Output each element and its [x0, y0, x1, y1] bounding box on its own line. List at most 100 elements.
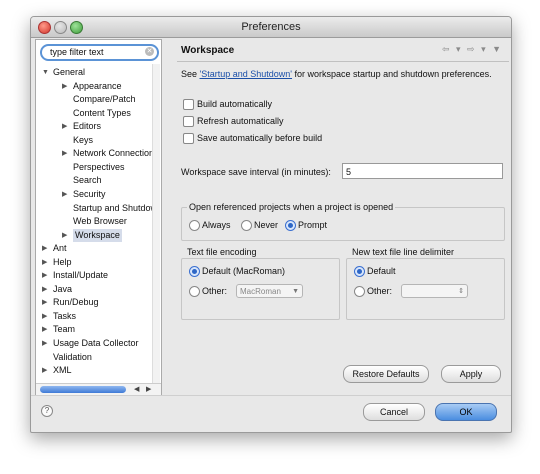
checkbox-box[interactable]: [183, 116, 194, 127]
ok-button[interactable]: OK: [435, 403, 497, 421]
disclosure-closed-icon[interactable]: ▶: [62, 80, 70, 93]
window-title: Preferences: [241, 21, 301, 33]
checkbox-label: Save automatically before build: [197, 133, 323, 143]
startup-shutdown-link[interactable]: 'Startup and Shutdown': [200, 69, 293, 79]
delimiter-select[interactable]: ⇕: [401, 284, 468, 298]
tree-item[interactable]: Web Browser: [36, 215, 153, 228]
tree-item-label: Usage Data Collector: [53, 338, 139, 348]
tree-item[interactable]: ▶ Help: [36, 256, 153, 269]
tree-item[interactable]: ▶ Run/Debug: [36, 296, 153, 309]
tree-item-label: Install/Update: [53, 270, 109, 281]
disclosure-closed-icon[interactable]: ▶: [42, 283, 50, 296]
tree-item[interactable]: ▶ Team: [36, 323, 153, 336]
disclosure-closed-icon[interactable]: ▶: [62, 120, 70, 133]
tree-item[interactable]: Startup and Shutdown: [36, 202, 153, 215]
apply-button[interactable]: Apply: [441, 365, 501, 383]
disclosure-closed-icon[interactable]: ▶: [42, 323, 50, 336]
horizontal-scroll-thumb[interactable]: [40, 386, 126, 393]
restore-defaults-button[interactable]: Restore Defaults: [343, 365, 429, 383]
tree-item-label: Appearance: [73, 80, 122, 91]
desc-suffix: for workspace startup and shutdown prefe…: [292, 69, 492, 79]
tree-item[interactable]: ▶ Tasks: [36, 310, 153, 323]
tree-item-label: Network Connections: [73, 148, 153, 159]
scroll-left-arrow-icon[interactable]: ◀: [134, 385, 139, 393]
tree-item[interactable]: ▶ XML: [36, 364, 153, 377]
disclosure-closed-icon[interactable]: ▶: [42, 242, 50, 255]
cancel-button[interactable]: Cancel: [363, 403, 425, 421]
tree-horizontal-scrollbar[interactable]: ◀ ▶: [36, 383, 161, 395]
radio-label: Default: [367, 266, 396, 276]
disclosure-open-icon[interactable]: ▼: [42, 66, 50, 79]
tree-vertical-scrollbar[interactable]: [152, 64, 160, 383]
footer-divider: [31, 395, 511, 396]
chevron-down-icon: ▼: [292, 288, 299, 295]
tree-item-label: Ant: [53, 243, 67, 254]
radio-button[interactable]: [189, 266, 200, 277]
tree-item-label: Run/Debug: [53, 297, 99, 308]
radio-button[interactable]: [354, 266, 365, 277]
checkbox-box[interactable]: [183, 133, 194, 144]
radio-button[interactable]: [189, 286, 200, 297]
disclosure-closed-icon[interactable]: ▶: [42, 269, 50, 282]
tree-item[interactable]: ▶ Install/Update: [36, 269, 153, 282]
disclosure-closed-icon[interactable]: ▶: [42, 256, 50, 269]
tree-item-label: Java: [53, 283, 73, 294]
encoding-title: Text file encoding: [187, 247, 257, 257]
disclosure-closed-icon[interactable]: ▶: [62, 229, 70, 242]
tree-item-label: Tasks: [53, 310, 77, 321]
preference-tree-pane: type filter text ✕ ▼ General ▶ Appearance Co…: [35, 39, 162, 396]
encoding-select[interactable]: MacRoman ▼: [236, 284, 303, 298]
tree-item[interactable]: ▶ Security: [36, 188, 153, 201]
disclosure-closed-icon[interactable]: ▶: [62, 188, 70, 201]
radio-button[interactable]: [241, 220, 252, 231]
tree-item[interactable]: Search: [36, 174, 153, 187]
radio-button[interactable]: [285, 220, 296, 231]
tree-item[interactable]: Compare/Patch: [36, 93, 153, 106]
tree-item-label: XML: [53, 365, 72, 376]
tree-item[interactable]: ▶ Usage Data Collector: [36, 337, 153, 350]
disclosure-closed-icon[interactable]: ▶: [42, 296, 50, 309]
tree-item[interactable]: Keys: [36, 134, 153, 147]
radio-label: Other:: [367, 286, 393, 296]
preference-page: Workspace ⇦ ▾ ⇨ ▾ ▼ See 'Startup and Shu…: [177, 39, 509, 394]
disclosure-closed-icon[interactable]: ▶: [62, 147, 70, 160]
filter-input[interactable]: type filter text ✕: [40, 44, 159, 61]
radio-label: Always: [202, 220, 231, 230]
disclosure-closed-icon[interactable]: ▶: [42, 310, 50, 323]
preference-tree: ▼ General ▶ Appearance Compare/Patch Content …: [36, 66, 153, 382]
tree-item[interactable]: Validation: [36, 351, 153, 364]
scroll-right-arrow-icon[interactable]: ▶: [146, 385, 151, 393]
clear-filter-icon[interactable]: ✕: [145, 47, 154, 56]
tree-item-label: General: [53, 67, 86, 77]
tree-item[interactable]: ▶ Ant: [36, 242, 153, 255]
history-nav-icons[interactable]: ⇦ ▾ ⇨ ▾ ▼: [442, 44, 503, 55]
stepper-arrows-icon: ⇕: [458, 288, 464, 295]
tree-item[interactable]: ▶ Network Connections: [36, 147, 153, 160]
radio-label: Default (MacRoman): [202, 266, 286, 276]
tree-item[interactable]: ▼ General: [36, 66, 153, 79]
tree-item-label: Web Browser: [73, 216, 127, 227]
tree-item-label: Editors: [73, 121, 102, 132]
save-interval-label: Workspace save interval (in minutes):: [181, 167, 331, 177]
checkbox-label: Refresh automatically: [197, 116, 284, 126]
tree-item[interactable]: Content Types: [36, 107, 153, 120]
filter-input-text: type filter text: [50, 47, 104, 57]
tree-item[interactable]: ▶ Java: [36, 283, 153, 296]
tree-item[interactable]: ▶ Appearance: [36, 80, 153, 93]
help-icon[interactable]: ?: [41, 405, 53, 417]
radio-button[interactable]: [189, 220, 200, 231]
checkbox-label: Build automatically: [197, 99, 273, 109]
tree-item-label: Security: [73, 188, 106, 199]
radio-button[interactable]: [354, 286, 365, 297]
checkbox-box[interactable]: [183, 99, 194, 110]
save-interval-input[interactable]: 5: [342, 163, 503, 179]
delimiter-title: New text file line delimiter: [352, 247, 455, 257]
radio-label: Never: [254, 220, 279, 230]
tree-item[interactable]: ▶ Workspace: [36, 228, 153, 242]
disclosure-closed-icon[interactable]: ▶: [42, 337, 50, 350]
tree-item[interactable]: Perspectives: [36, 161, 153, 174]
tree-item-label: Compare/Patch: [73, 94, 136, 105]
tree-item-label: Workspace: [73, 228, 122, 242]
tree-item[interactable]: ▶ Editors: [36, 120, 153, 133]
disclosure-closed-icon[interactable]: ▶: [42, 364, 50, 377]
